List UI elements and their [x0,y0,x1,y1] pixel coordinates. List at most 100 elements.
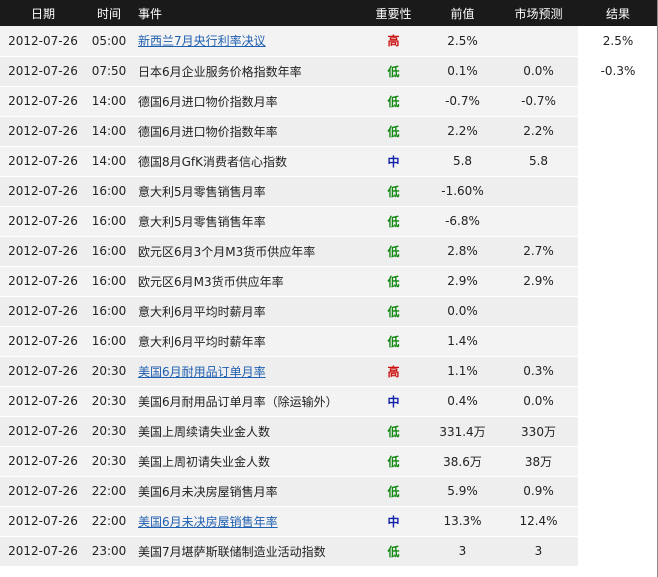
row-actual: 2.5% [578,26,658,57]
event-link[interactable]: 新西兰7月央行利率决议 [138,34,266,48]
row-date: 2012-07-26 [0,146,86,177]
row-event: 欧元区6月3个月M3货币供应年率 [132,236,361,267]
table-row: 2012-07-26 16:00 欧元区6月M3货币供应年率低 2.9% 2.9% [0,266,658,297]
row-event: 美国上周初请失业金人数 [132,446,361,477]
row-time: 22:00 [86,476,132,507]
row-previous: -0.7% [426,86,499,117]
row-forecast: 2.7% [499,236,578,267]
row-date: 2012-07-26 [0,536,86,567]
row-actual [578,116,658,147]
column-header-actual: 结果 [605,6,630,21]
row-forecast: 0.0% [499,386,578,417]
event-link[interactable]: 美国6月未决房屋销售年率 [138,515,278,529]
importance-badge: 低 [361,236,426,267]
table-row: 2012-07-26 23:00 美国7月堪萨斯联储制造业活动指数低 3 3 [0,536,658,567]
row-time: 14:00 [86,86,132,117]
column-header-event: 事件 [138,6,163,21]
row-time: 20:30 [86,446,132,477]
row-forecast [499,26,578,57]
row-actual [578,266,658,297]
table-row: 2012-07-26 16:00 意大利5月零售销售年率低 -6.8% [0,206,658,237]
row-previous: 1.4% [426,326,499,357]
row-previous: 2.9% [426,266,499,297]
row-time: 05:00 [86,26,132,57]
row-time: 16:00 [86,326,132,357]
importance-badge: 低 [361,116,426,147]
row-date: 2012-07-26 [0,416,86,447]
importance-badge: 中 [361,386,426,417]
row-previous: 5.9% [426,476,499,507]
row-time: 20:30 [86,356,132,387]
row-forecast: 2.2% [499,116,578,147]
row-date: 2012-07-26 [0,236,86,267]
table-row: 2012-07-26 16:00 意大利6月平均时薪年率低 1.4% [0,326,658,357]
row-forecast: 0.3% [499,356,578,387]
table-body: 2012-07-26 05:00 新西兰7月央行利率决议高 2.5% 2.5% 2012-… [0,26,658,567]
row-date: 2012-07-26 [0,446,86,477]
row-event: 意大利5月零售销售月率 [132,176,361,207]
row-forecast [499,326,578,357]
table-row: 2012-07-26 14:00 德国8月GfK消费者信心指数中 5.8 5.8 [0,146,658,177]
header-row: 日期 时间 事件 重要性 前值 市场预测 结果 [0,0,658,26]
row-previous: 38.6万 [426,446,499,477]
row-event: 欧元区6月M3货币供应年率 [132,266,361,297]
event-link[interactable]: 美国6月耐用品订单月率 [138,365,266,379]
row-event: 意大利6月平均时薪年率 [132,326,361,357]
row-actual [578,326,658,357]
row-previous: 0.1% [426,56,499,87]
row-time: 20:30 [86,386,132,417]
row-forecast: 0.9% [499,476,578,507]
row-time: 14:00 [86,146,132,177]
table-row: 2012-07-26 20:30 美国6月耐用品订单月率（除运输外）中 0.4% 0.0… [0,386,658,417]
table-row: 2012-07-26 07:50 日本6月企业服务价格指数年率低 0.1% 0.0% -0… [0,56,658,87]
row-actual [578,176,658,207]
row-event: 美国6月耐用品订单月率（除运输外） [132,386,361,417]
table-row: 2012-07-26 20:30 美国6月耐用品订单月率 高 1.1% 0.3% [0,356,658,387]
row-actual: -0.3% [578,56,658,87]
row-event: 德国6月进口物价指数年率 [132,116,361,147]
row-date: 2012-07-26 [0,206,86,237]
importance-badge: 高 [361,26,426,57]
table-row: 2012-07-26 14:00 德国6月进口物价指数月率低 -0.7% -0.7% [0,86,658,117]
row-date: 2012-07-26 [0,26,86,57]
row-forecast: 3 [499,536,578,567]
table-row: 2012-07-26 22:00 美国6月未决房屋销售年率 中 13.3% 12.4% [0,506,658,537]
table-row: 2012-07-26 20:30 美国上周续请失业金人数低 331.4万 330万 [0,416,658,447]
row-event: 德国6月进口物价指数月率 [132,86,361,117]
row-actual [578,506,658,537]
row-forecast: 330万 [499,416,578,447]
row-previous: 13.3% [426,506,499,537]
row-forecast: 0.0% [499,56,578,87]
row-date: 2012-07-26 [0,476,86,507]
row-date: 2012-07-26 [0,326,86,357]
row-actual [578,236,658,267]
row-time: 07:50 [86,56,132,87]
row-event: 美国7月堪萨斯联储制造业活动指数 [132,536,361,567]
importance-badge: 中 [361,146,426,177]
table-row: 2012-07-26 16:00 意大利6月平均时薪月率低 0.0% [0,296,658,327]
table-row: 2012-07-26 16:00 欧元区6月3个月M3货币供应年率低 2.8% 2.7% [0,236,658,267]
importance-badge: 低 [361,476,426,507]
row-time: 16:00 [86,206,132,237]
row-event: 意大利5月零售销售年率 [132,206,361,237]
row-forecast: 12.4% [499,506,578,537]
importance-badge: 低 [361,176,426,207]
row-event: 日本6月企业服务价格指数年率 [132,56,361,87]
table-row: 2012-07-26 14:00 德国6月进口物价指数年率低 2.2% 2.2% [0,116,658,147]
row-actual [578,356,658,387]
row-previous: -6.8% [426,206,499,237]
economic-calendar: 日期 时间 事件 重要性 前值 市场预测 结果 2012-07-26 05:00 新… [0,0,658,577]
row-forecast: 38万 [499,446,578,477]
row-date: 2012-07-26 [0,296,86,327]
row-actual [578,296,658,327]
row-event: 美国6月未决房屋销售月率 [132,476,361,507]
row-previous: 2.5% [426,26,499,57]
row-time: 20:30 [86,416,132,447]
row-previous: -1.60% [426,176,499,207]
row-actual [578,206,658,237]
row-actual [578,476,658,507]
row-forecast [499,206,578,237]
row-previous: 0.4% [426,386,499,417]
row-previous: 2.8% [426,236,499,267]
row-previous: 1.1% [426,356,499,387]
